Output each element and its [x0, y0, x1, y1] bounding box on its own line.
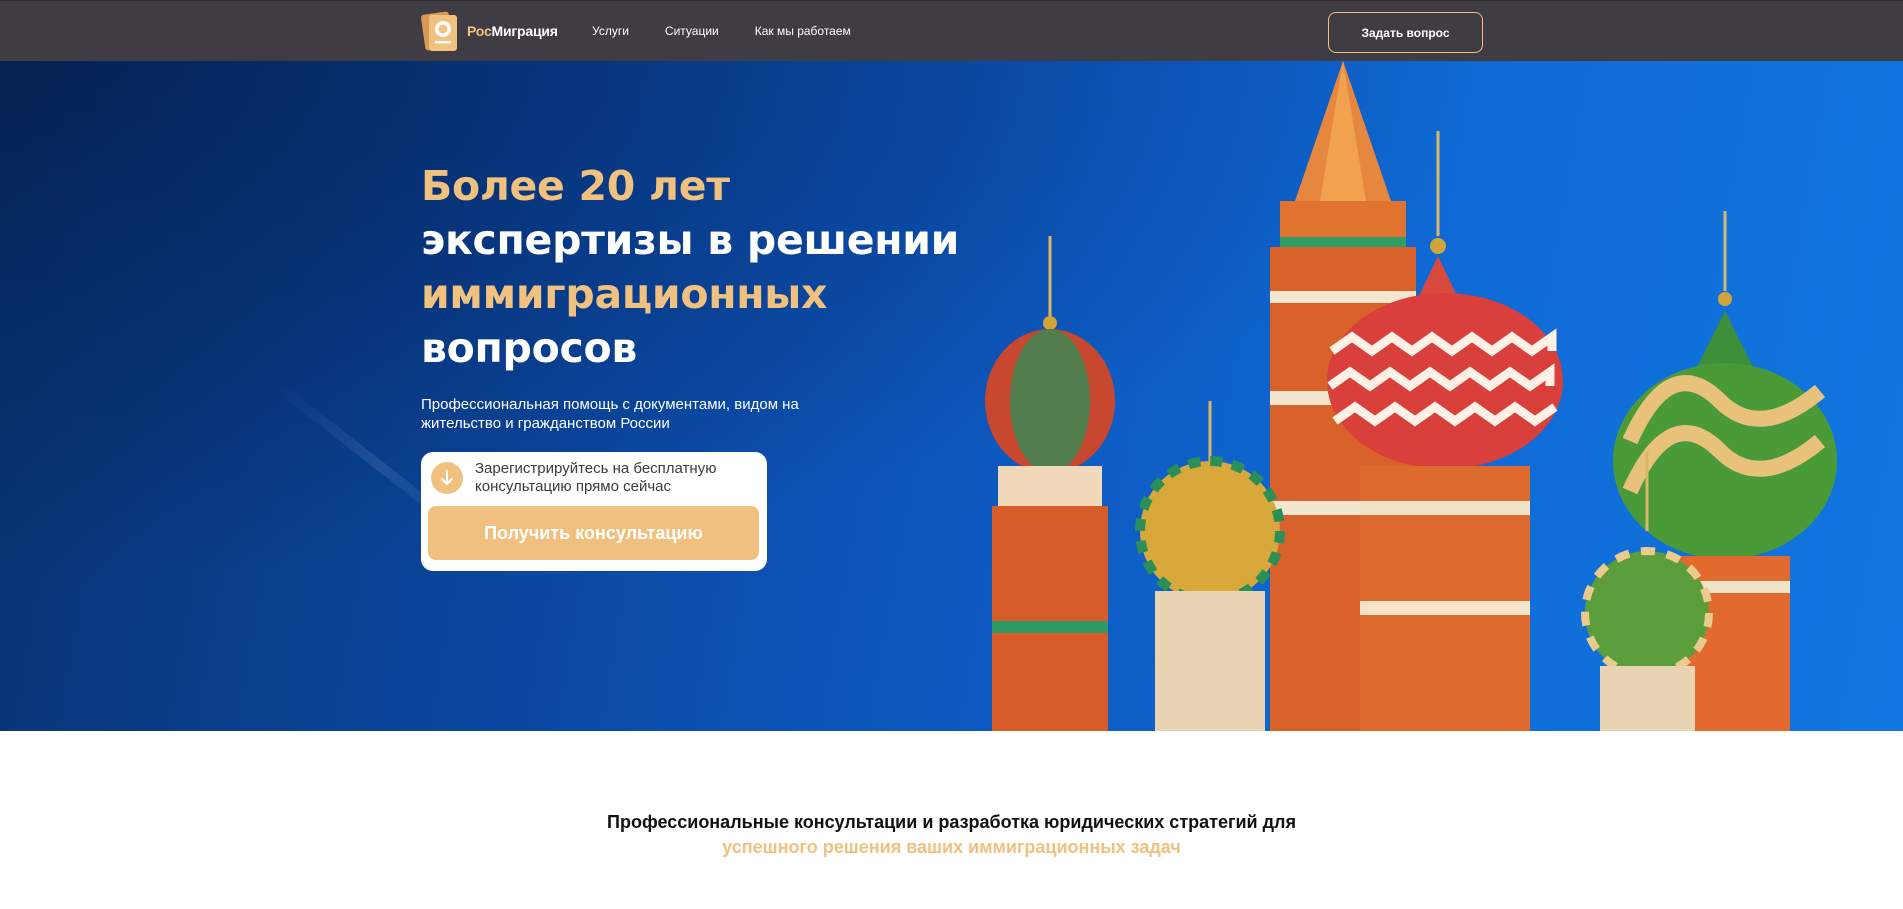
hero-banner: Более 20 лет экспертизы в решении иммигр… — [0, 61, 1903, 731]
hero-subtitle: Профессиональная помощь с документами, в… — [421, 396, 799, 432]
headline-line-1: Более 20 лет — [421, 162, 730, 210]
consultation-card: Зарегистрируйтесь на бесплатную консульт… — [421, 452, 767, 571]
get-consultation-button[interactable]: Получить консультацию — [428, 506, 759, 560]
top-navbar: РосМиграция Услуги Ситуации Как мы работ… — [0, 0, 1903, 61]
consultation-note: Зарегистрируйтесь на бесплатную консульт… — [475, 460, 717, 495]
brand-logo[interactable]: РосМиграция — [421, 10, 558, 52]
brand-name: РосМиграция — [467, 23, 558, 39]
headline-line-3: иммиграционных — [421, 270, 828, 318]
brand-name-rest: Миграция — [491, 23, 558, 39]
hero-headline: Более 20 лет экспертизы в решении иммигр… — [421, 159, 981, 375]
hero-content: Более 20 лет экспертизы в решении иммигр… — [421, 159, 981, 433]
ask-question-button[interactable]: Задать вопрос — [1328, 12, 1483, 53]
st-basils-cathedral-image — [985, 61, 1837, 731]
arrow-down-icon — [431, 462, 463, 494]
section-title: Профессиональные консультации и разработ… — [0, 810, 1903, 860]
headline-line-2: экспертизы в решении — [421, 216, 960, 264]
consultation-card-header: Зарегистрируйтесь на бесплатную консульт… — [428, 459, 760, 497]
headline-line-4: вопросов — [421, 324, 637, 372]
brand-name-accent: Рос — [467, 23, 492, 39]
nav-link-services[interactable]: Услуги — [592, 24, 629, 38]
nav-link-how-we-work[interactable]: Как мы работаем — [755, 24, 851, 38]
section-title-highlight: успешного решения ваших иммиграционных з… — [722, 837, 1181, 857]
nav-link-situations[interactable]: Ситуации — [665, 24, 719, 38]
section-title-main: Профессиональные консультации и разработ… — [607, 812, 1296, 832]
passport-logo-icon — [421, 11, 457, 51]
main-nav: Услуги Ситуации Как мы работаем — [592, 24, 887, 38]
